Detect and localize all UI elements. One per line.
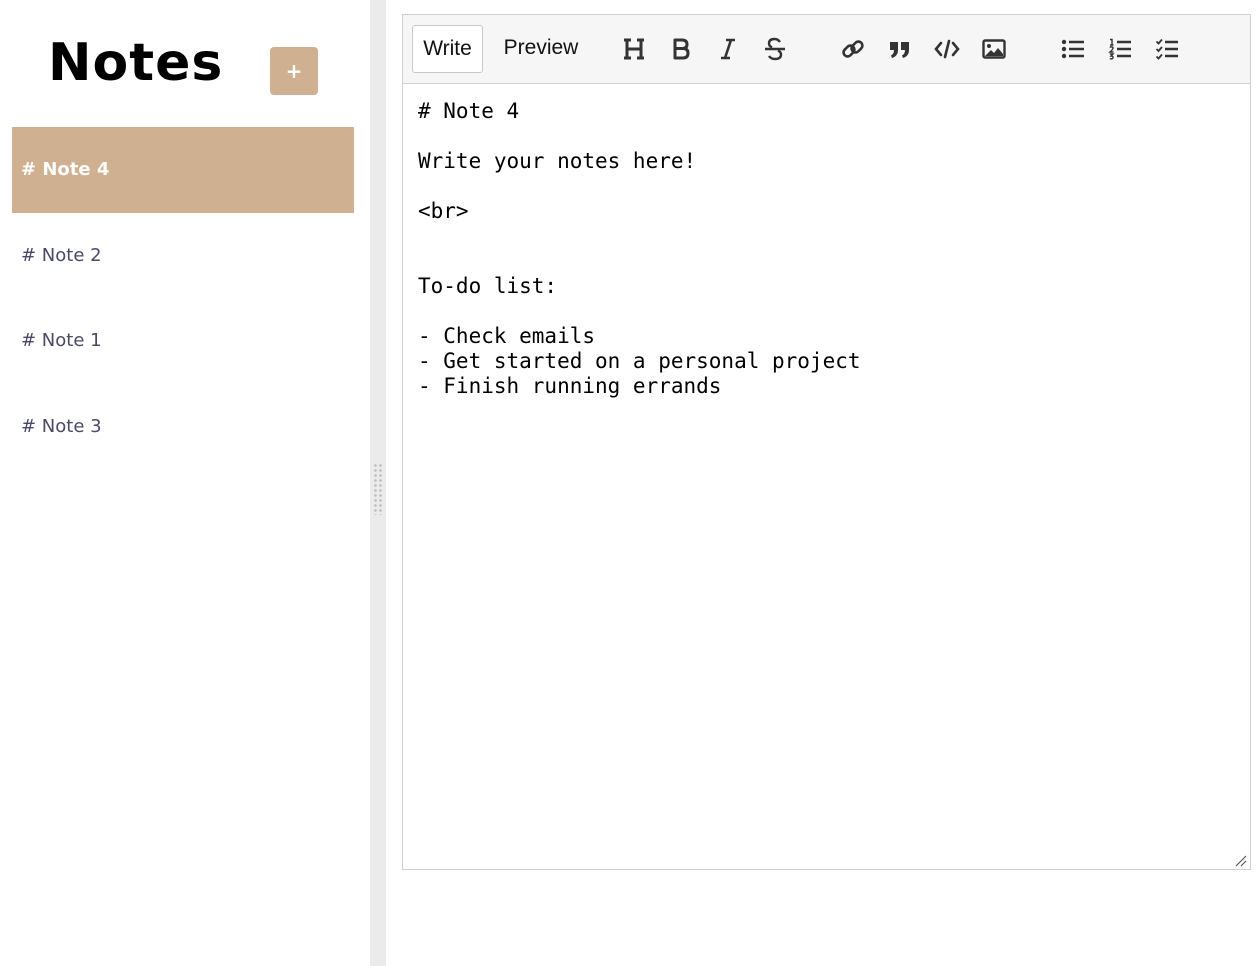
heading-icon[interactable] bbox=[618, 33, 650, 65]
link-icon[interactable] bbox=[837, 33, 869, 65]
editor-toolbar: Write Preview bbox=[403, 15, 1250, 84]
note-list: # Note 4 # Note 2 # Note 1 # Note 3 bbox=[12, 127, 354, 469]
strikethrough-icon[interactable] bbox=[759, 33, 791, 65]
drag-handle-icon[interactable] bbox=[373, 463, 383, 515]
italic-icon[interactable] bbox=[712, 33, 744, 65]
notes-app: Notes + # Note 4 # Note 2 # Note 1 # Not… bbox=[0, 0, 1258, 966]
tab-write[interactable]: Write bbox=[412, 25, 483, 73]
resize-handle-icon[interactable] bbox=[1235, 854, 1247, 867]
app-title: Notes bbox=[48, 33, 224, 93]
sidebar: Notes + # Note 4 # Note 2 # Note 1 # Not… bbox=[0, 0, 370, 966]
bold-icon[interactable] bbox=[665, 33, 697, 65]
note-editor-textarea[interactable]: # Note 4 Write your notes here! <br> To-… bbox=[403, 84, 1250, 869]
note-item-note-3[interactable]: # Note 3 bbox=[12, 384, 354, 470]
add-note-button[interactable]: + bbox=[270, 47, 318, 95]
image-icon[interactable] bbox=[978, 33, 1010, 65]
code-icon[interactable] bbox=[931, 33, 963, 65]
note-item-note-4[interactable]: # Note 4 bbox=[12, 127, 354, 213]
quote-icon[interactable] bbox=[884, 33, 916, 65]
pane-splitter[interactable] bbox=[370, 0, 386, 966]
sidebar-header: Notes + bbox=[0, 0, 370, 127]
tab-preview[interactable]: Preview bbox=[495, 25, 587, 73]
markdown-editor: Write Preview # Note 4 Write your notes … bbox=[402, 14, 1251, 870]
note-item-note-1[interactable]: # Note 1 bbox=[12, 298, 354, 384]
unordered-list-icon[interactable] bbox=[1057, 33, 1089, 65]
note-item-note-2[interactable]: # Note 2 bbox=[12, 213, 354, 299]
checked-list-icon[interactable] bbox=[1151, 33, 1183, 65]
ordered-list-icon[interactable] bbox=[1104, 33, 1136, 65]
